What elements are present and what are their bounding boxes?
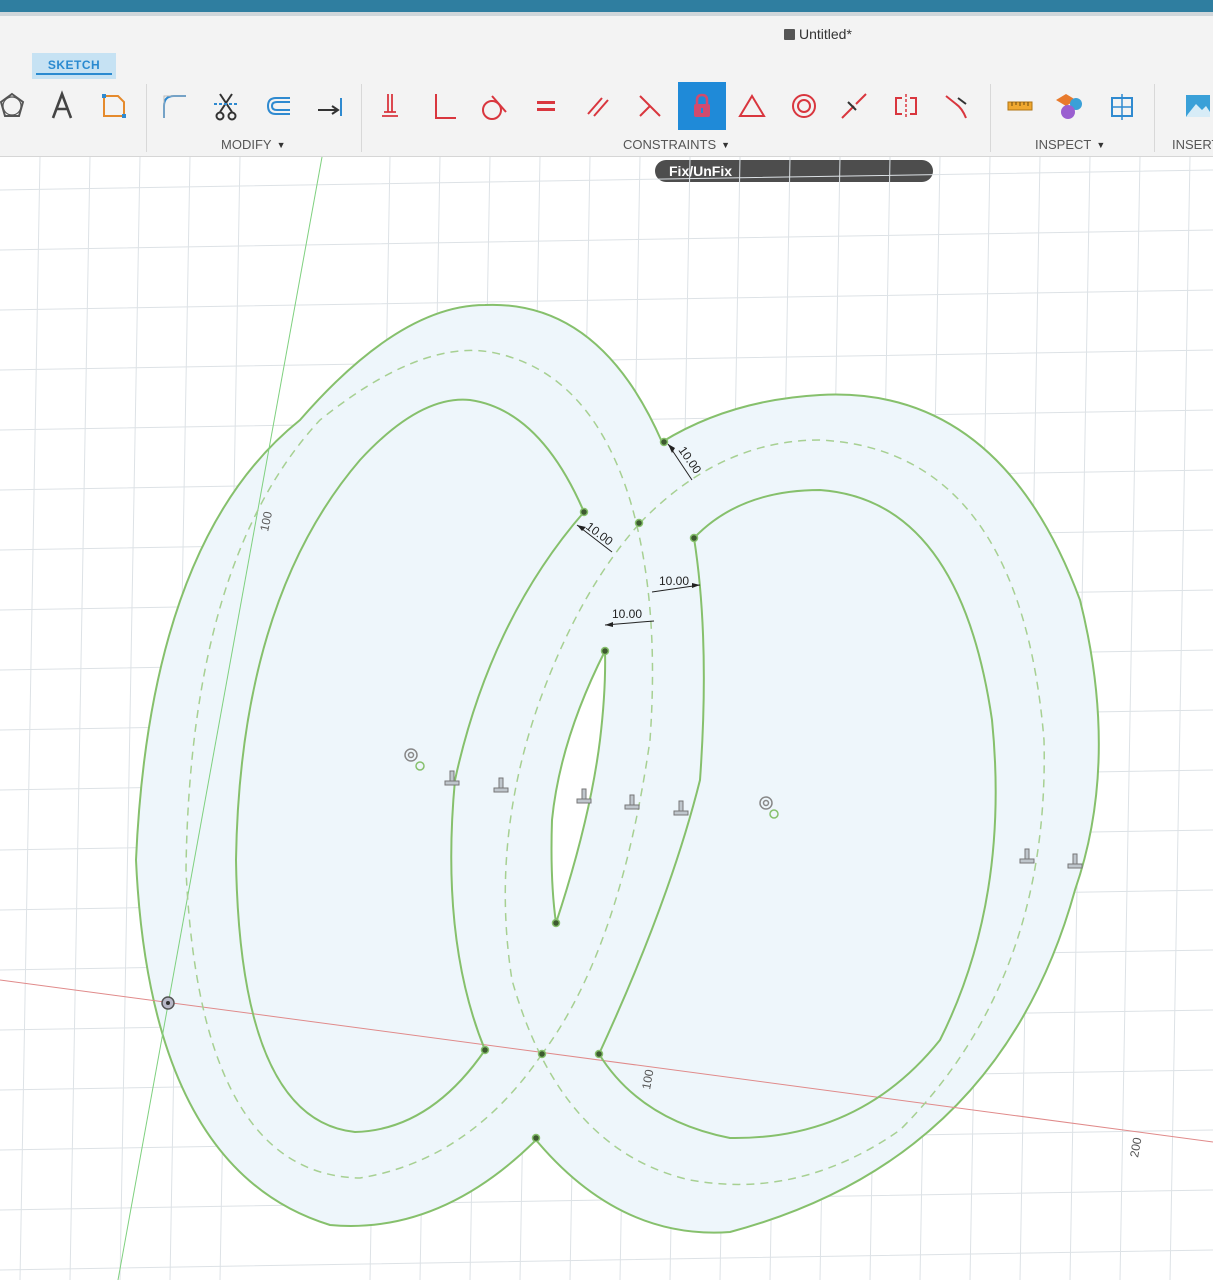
extend-tool[interactable] <box>306 82 354 130</box>
fillet-icon <box>163 95 186 118</box>
sketch-canvas[interactable]: 10.00 10.00 10.00 10.00 100 100 200 <box>0 157 1213 1280</box>
section-analysis-tool[interactable] <box>1098 82 1146 130</box>
coincident-constraint-icon <box>639 95 661 117</box>
coincident-tool[interactable] <box>626 82 674 130</box>
tab-sketch[interactable]: SKETCH <box>32 53 116 79</box>
extend-icon <box>318 98 342 116</box>
curvature-constraint-icon <box>945 95 967 119</box>
fix-unfix-tool[interactable] <box>678 82 726 130</box>
concentric-tool[interactable] <box>780 82 828 130</box>
x-axis-label-200: 200 <box>1127 1136 1144 1158</box>
sketch-point[interactable] <box>480 1045 490 1055</box>
document-icon <box>784 28 795 40</box>
sketch-point[interactable] <box>537 1049 547 1059</box>
component-colors-icon <box>1056 94 1082 119</box>
origin-point-core <box>166 1001 170 1005</box>
window-title-bar <box>0 0 1213 12</box>
document-title: Untitled* <box>784 26 852 42</box>
dimension-value: 10.00 <box>612 607 642 621</box>
inspect-menu-label: INSPECT <box>1035 137 1092 152</box>
chevron-down-icon: ▼ <box>276 139 286 150</box>
symmetry-constraint-icon <box>895 94 917 118</box>
tab-sketch-label: SKETCH <box>35 58 113 75</box>
insert-menu[interactable]: INSERT <box>1172 137 1213 152</box>
constraints-menu-label: CONSTRAINTS <box>623 137 717 152</box>
toolbar-separator <box>1154 84 1155 152</box>
parallel-constraint-icon <box>587 97 609 117</box>
document-title-text: Untitled* <box>799 26 852 42</box>
curvature-tool[interactable] <box>934 82 982 130</box>
midpoint-constraint-icon <box>738 94 766 117</box>
modify-menu[interactable]: MODIFY ▼ <box>221 137 285 152</box>
insert-image-icon <box>1186 95 1210 117</box>
equal-tool[interactable] <box>522 82 570 130</box>
symmetry-tool[interactable] <box>882 82 930 130</box>
concentric-constraint-icon <box>792 94 816 118</box>
offset-tool[interactable] <box>254 82 302 130</box>
component-colors-tool[interactable] <box>1046 82 1094 130</box>
sketch-point[interactable] <box>531 1133 541 1143</box>
fillet-tool[interactable] <box>150 82 198 130</box>
parallel-tool[interactable] <box>574 82 622 130</box>
sketch-point[interactable] <box>594 1049 604 1059</box>
insert-image-tool[interactable] <box>1174 82 1213 130</box>
toolbar-separator <box>146 84 147 152</box>
trim-tool[interactable] <box>202 82 250 130</box>
horizontal-vertical-constraint-icon <box>382 94 398 117</box>
modify-menu-label: MODIFY <box>221 137 272 152</box>
fit-point-spline-tool[interactable] <box>90 82 138 130</box>
polygon-tool[interactable] <box>0 82 36 130</box>
dimension-value: 10.00 <box>659 574 689 588</box>
chevron-down-icon: ▼ <box>1096 139 1106 150</box>
chevron-down-icon: ▼ <box>721 139 731 150</box>
sketch-point[interactable] <box>600 646 610 656</box>
midpoint-tool[interactable] <box>728 82 776 130</box>
text-icon <box>51 90 73 119</box>
profile-region[interactable] <box>134 303 1100 1234</box>
sketch-point[interactable] <box>689 533 699 543</box>
perpendicular-tool[interactable] <box>418 82 466 130</box>
sketch-viewport[interactable]: 10.00 10.00 10.00 10.00 100 100 200 <box>0 157 1213 1280</box>
equal-constraint-icon <box>537 101 555 111</box>
sketch-point[interactable] <box>551 918 561 928</box>
lock-icon <box>694 93 710 117</box>
tangent-constraint-icon <box>482 95 507 120</box>
insert-menu-label: INSERT <box>1172 137 1213 152</box>
toolbar-separator <box>990 84 991 152</box>
offset-icon <box>266 97 290 115</box>
measure-icon <box>1007 101 1033 111</box>
collinear-tool[interactable] <box>830 82 878 130</box>
polygon-icon <box>0 92 25 117</box>
trim-icon <box>214 93 238 121</box>
inspect-menu[interactable]: INSPECT ▼ <box>1035 137 1105 152</box>
collinear-constraint-icon <box>841 93 867 119</box>
toolbar-separator <box>361 84 362 152</box>
sketch-point[interactable] <box>659 437 669 447</box>
text-tool[interactable] <box>38 82 86 130</box>
measure-tool[interactable] <box>996 82 1044 130</box>
sketch-point[interactable] <box>579 507 589 517</box>
sketch-point[interactable] <box>634 518 644 528</box>
horizontal-vertical-tool[interactable] <box>366 82 414 130</box>
section-analysis-icon <box>1111 94 1133 120</box>
perpendicular-constraint-icon <box>435 94 456 119</box>
tangent-tool[interactable] <box>470 82 518 130</box>
fit-point-spline-icon <box>102 94 126 118</box>
constraints-menu[interactable]: CONSTRAINTS ▼ <box>623 137 730 152</box>
